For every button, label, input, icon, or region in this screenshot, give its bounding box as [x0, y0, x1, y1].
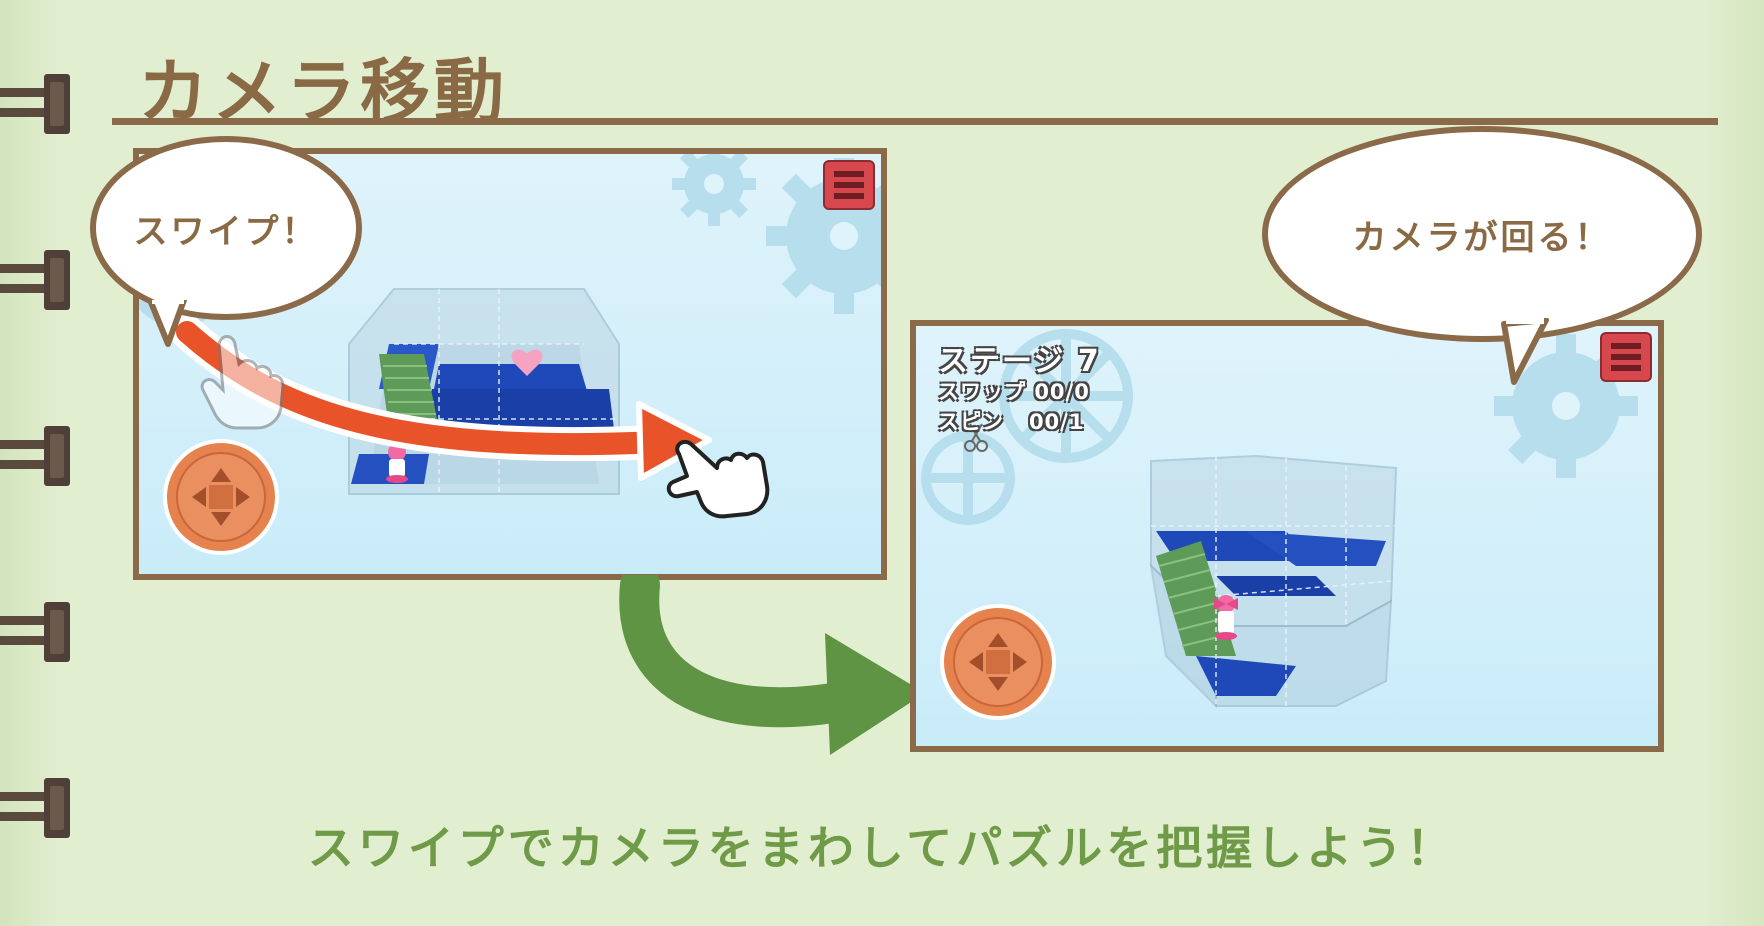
speech-bubble-swipe: スワイプ！ [90, 136, 362, 320]
notebook-ring-icon [0, 602, 72, 662]
dpad-icon [163, 439, 279, 555]
footer-caption: スワイプでカメラをまわしてパズルを把握しよう！ [307, 821, 1457, 875]
puzzle-board [1149, 454, 1398, 709]
hud-swap-row: スワップ 00/0 [938, 376, 1090, 406]
hud-swap-value: 00/0 [1034, 380, 1090, 404]
puzzle-board [348, 288, 620, 495]
dpad-icon [940, 604, 1056, 720]
bubble-text: スワイプ！ [133, 211, 319, 252]
speech-bubble-camera: カメラが回る！ [1262, 126, 1702, 342]
hud-spin-label: スピン [938, 410, 1004, 434]
bubble-tail [147, 300, 187, 347]
bubble-tail [1501, 318, 1549, 385]
notebook-ring-icon [0, 74, 72, 134]
menu-button[interactable] [1600, 332, 1652, 382]
hud-spin-row: スピン 00/1 [938, 406, 1084, 436]
hud-stage-label: ステージ 7 [938, 344, 1101, 379]
gear-icon [921, 431, 1015, 525]
title-underline [112, 118, 1718, 125]
notebook-ring-icon [0, 426, 72, 486]
hud-swap-label: スワップ [938, 380, 1026, 404]
menu-icon [834, 171, 864, 199]
menu-icon [1611, 343, 1641, 371]
hud-spin-value: 00/1 [1028, 410, 1085, 434]
notebook-ring-icon [0, 250, 72, 310]
menu-button[interactable] [823, 160, 875, 210]
transition-arrow [619, 575, 925, 755]
bubble-text: カメラが回る！ [1352, 217, 1612, 258]
